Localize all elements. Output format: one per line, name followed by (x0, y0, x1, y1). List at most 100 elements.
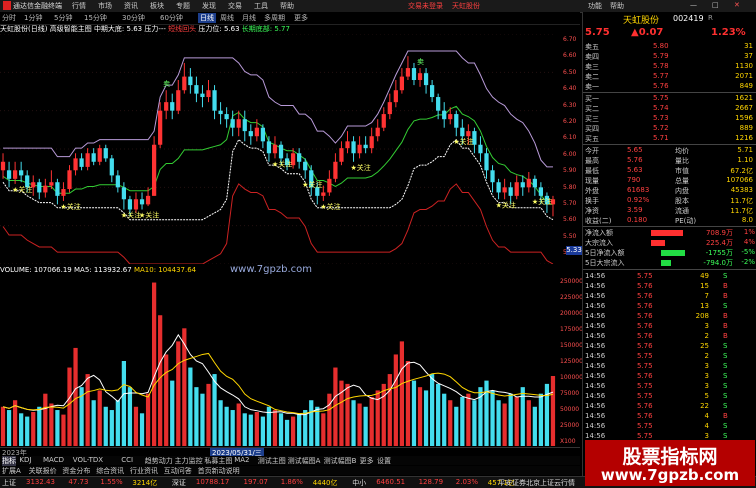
tick-volume: 208 (695, 312, 709, 320)
bid-label: 买一 (585, 95, 599, 103)
indicator-tab-8[interactable]: MA2 (234, 456, 249, 464)
flow-pct: 4% (743, 238, 755, 246)
candle-body (496, 182, 501, 193)
login-status[interactable]: 交易未登录 (408, 1, 443, 11)
period-tab-2[interactable]: 5分钟 (54, 13, 72, 23)
volume-chart[interactable] (0, 276, 580, 446)
period-tab-0[interactable]: 分时 (2, 13, 16, 23)
menu-help[interactable]: 帮助 (610, 1, 624, 11)
tick-time: 14:56 (585, 312, 606, 320)
indicator-tab-4[interactable]: CCI (121, 456, 133, 464)
candle-body (405, 68, 411, 77)
close-icon[interactable]: ✕ (734, 1, 740, 9)
period-tab-1[interactable]: 1分钟 (24, 13, 42, 23)
menu-item-2[interactable]: 资讯 (124, 1, 138, 11)
indicator-tab-12[interactable]: 更多 (360, 456, 374, 466)
stat-label: 收益(二) (585, 217, 612, 225)
candle-body (151, 144, 157, 196)
menu-item-6[interactable]: 交易 (228, 1, 242, 11)
price-tick: 5.80 (563, 183, 577, 191)
indicator-tab-10[interactable]: 测试幅图A (288, 456, 321, 466)
menu-item-8[interactable]: 帮助 (280, 1, 294, 11)
indicator-tab-9[interactable]: 测试主图 (258, 456, 286, 466)
indicator-tabs: 指标 KDJ MACD VOL-TDX CCI 趋势动力 主力监控 私募主图 MA2 测试主图 测试… (0, 456, 580, 466)
tick-side: S (723, 272, 728, 280)
volume-bar (514, 396, 519, 446)
bid-price: 5.72 (653, 124, 669, 132)
chart-indicator-label[interactable]: 高级智能主图 (50, 25, 92, 33)
indicator-tab-3[interactable]: VOL-TDX (73, 456, 103, 464)
tick-volume: 3 (704, 382, 709, 390)
indicator-tab-5[interactable]: 趋势动力 (145, 456, 173, 466)
volume-bar (526, 400, 531, 446)
extension-tab-4[interactable]: 行业资讯 (130, 466, 158, 476)
volume-bar (272, 410, 278, 446)
candle-body (0, 161, 6, 171)
indicator-tab-7[interactable]: 私募主图 (204, 456, 232, 466)
quote-panel: 天虹股份 002419 R 5.75 ▲0.07 1.23% 卖五 5.80 31 卖四 5.79 3… (582, 12, 756, 476)
period-tab-8[interactable]: 月线 (242, 13, 256, 23)
menu-item-5[interactable]: 发现 (202, 1, 216, 11)
bid-price: 5.73 (653, 114, 669, 122)
indicator-tab-2[interactable]: MACD (43, 456, 64, 464)
candle-body (158, 110, 163, 145)
stock-title: 天虹股份 (452, 2, 480, 10)
volume-bar (466, 393, 471, 446)
menu-function[interactable]: 功能 (588, 1, 602, 11)
extension-tab-2[interactable]: 资金分布 (62, 466, 90, 476)
stat-label: 股本 (675, 197, 689, 205)
volume-bar (260, 416, 266, 446)
indicator-tab-6[interactable]: 主力监控 (175, 456, 203, 466)
tick-volume: 5 (704, 392, 709, 400)
indicator-tab-0[interactable]: 指标 (2, 456, 16, 466)
tick-price: 5.76 (637, 332, 653, 340)
period-tab-10[interactable]: 更多 (294, 13, 308, 23)
extension-tab-6[interactable]: 首页新动说明 (198, 466, 240, 476)
volume-bar (158, 315, 163, 446)
stat-value: 3.59 (627, 206, 643, 214)
tick-volume: 4 (704, 422, 709, 430)
extension-tab-1[interactable]: 关联报价 (29, 466, 57, 476)
ask-price: 5.77 (653, 72, 669, 80)
candle-body (429, 85, 435, 98)
menu-item-3[interactable]: 板块 (150, 1, 164, 11)
extension-tab-0[interactable]: 扩展A (2, 466, 21, 476)
indicator-tab-11[interactable]: 测试幅图B (324, 456, 357, 466)
bid-label: 买四 (585, 125, 599, 133)
period-tab-7[interactable]: 周线 (220, 13, 234, 23)
menu-item-4[interactable]: 专题 (176, 1, 190, 11)
minimize-button[interactable]: — (690, 1, 697, 9)
period-tab-5[interactable]: 60分钟 (160, 13, 183, 23)
candle-body (37, 182, 42, 193)
tick-price: 5.75 (637, 382, 653, 390)
period-tab-9[interactable]: 多周期 (264, 13, 285, 23)
candle-body (514, 182, 519, 196)
volume-bar (206, 383, 211, 446)
bid-volume: 1621 (735, 94, 753, 102)
candle-body (520, 182, 525, 188)
indicator-tab-13[interactable]: 设置 (377, 456, 391, 466)
flow-label: 5日净流入额 (585, 249, 625, 257)
volume-bar (327, 393, 332, 446)
candle-body (218, 110, 223, 115)
menu-item-0[interactable]: 行情 (72, 1, 86, 11)
tick-time: 14:56 (585, 392, 606, 400)
extension-tab-5[interactable]: 互动问答 (164, 466, 192, 476)
period-tab-3[interactable]: 15分钟 (84, 13, 107, 23)
volume-bar (297, 413, 302, 446)
candle-body (538, 187, 544, 196)
indicator-tab-1[interactable]: KDJ (19, 456, 31, 464)
maximize-button[interactable]: □ (712, 1, 719, 9)
period-tab-4[interactable]: 30分钟 (122, 13, 145, 23)
tick-price: 5.76 (637, 322, 653, 330)
candlestick-chart[interactable]: ★关注★关注★关注★关注★关注★关注★关注★关注★关注★关注 ★关注卖卖 (0, 34, 580, 264)
volume-bar (43, 393, 48, 446)
candle-body (351, 141, 356, 154)
menu-item-7[interactable]: 工具 (254, 1, 268, 11)
candle-body (91, 153, 96, 162)
extension-tab-3[interactable]: 综合资讯 (96, 466, 124, 476)
volume-bar (284, 419, 290, 446)
period-tab-6[interactable]: 日线 (198, 13, 216, 23)
menu-item-1[interactable]: 市场 (98, 1, 112, 11)
candle-body (85, 153, 90, 167)
